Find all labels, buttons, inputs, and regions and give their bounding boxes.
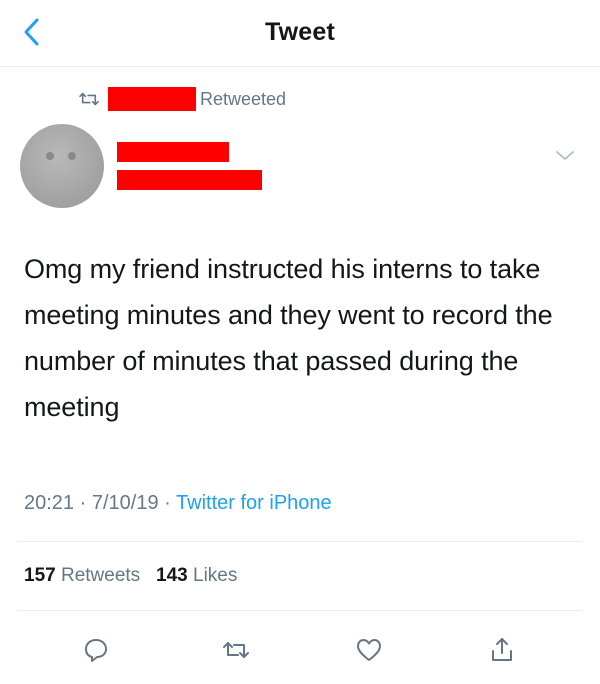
page-title: Tweet — [265, 18, 335, 46]
share-icon — [492, 638, 512, 661]
retweets-label: Retweets — [60, 565, 141, 586]
retweet-icon — [79, 92, 99, 106]
display-name-redacted[interactable] — [117, 142, 229, 162]
reply-button[interactable] — [78, 632, 114, 668]
tweet-meta: 20:21 · 7/10/19 · Twitter for iPhone — [24, 492, 332, 515]
retweet-banner: Retweeted — [78, 86, 286, 112]
like-icon — [357, 639, 381, 661]
tweet-stats: 157 Retweets 143 Likes — [24, 565, 237, 587]
retweets-count: 157 — [24, 565, 56, 586]
meta-separator: · — [79, 492, 87, 514]
likes-stat[interactable]: 143 Likes — [156, 565, 237, 586]
retweeted-label: Retweeted — [200, 88, 287, 109]
divider — [18, 541, 582, 542]
divider — [18, 610, 582, 611]
likes-label: Likes — [193, 565, 238, 586]
meta-separator: · — [164, 492, 171, 514]
retweet-button[interactable] — [218, 632, 254, 668]
tweet-time: 20:21 — [24, 492, 75, 514]
like-button[interactable] — [351, 632, 387, 668]
retweet-icon — [223, 642, 249, 658]
share-button[interactable] — [484, 632, 520, 668]
chevron-down-icon — [556, 151, 574, 160]
more-options-button[interactable] — [552, 146, 578, 166]
likes-count: 143 — [156, 565, 188, 586]
top-bar: Tweet — [0, 0, 600, 67]
retweeter-name-redacted — [108, 87, 196, 111]
tweet-text: Omg my friend instructed his interns to … — [24, 254, 553, 422]
action-bar — [0, 632, 600, 668]
handle-redacted[interactable] — [117, 170, 262, 190]
tweet-date: 7/10/19 — [91, 492, 159, 514]
avatar[interactable] — [20, 124, 104, 208]
tweet-source-link[interactable]: Twitter for iPhone — [176, 492, 332, 514]
reply-icon — [85, 639, 107, 662]
retweets-stat[interactable]: 157 Retweets — [24, 565, 140, 586]
